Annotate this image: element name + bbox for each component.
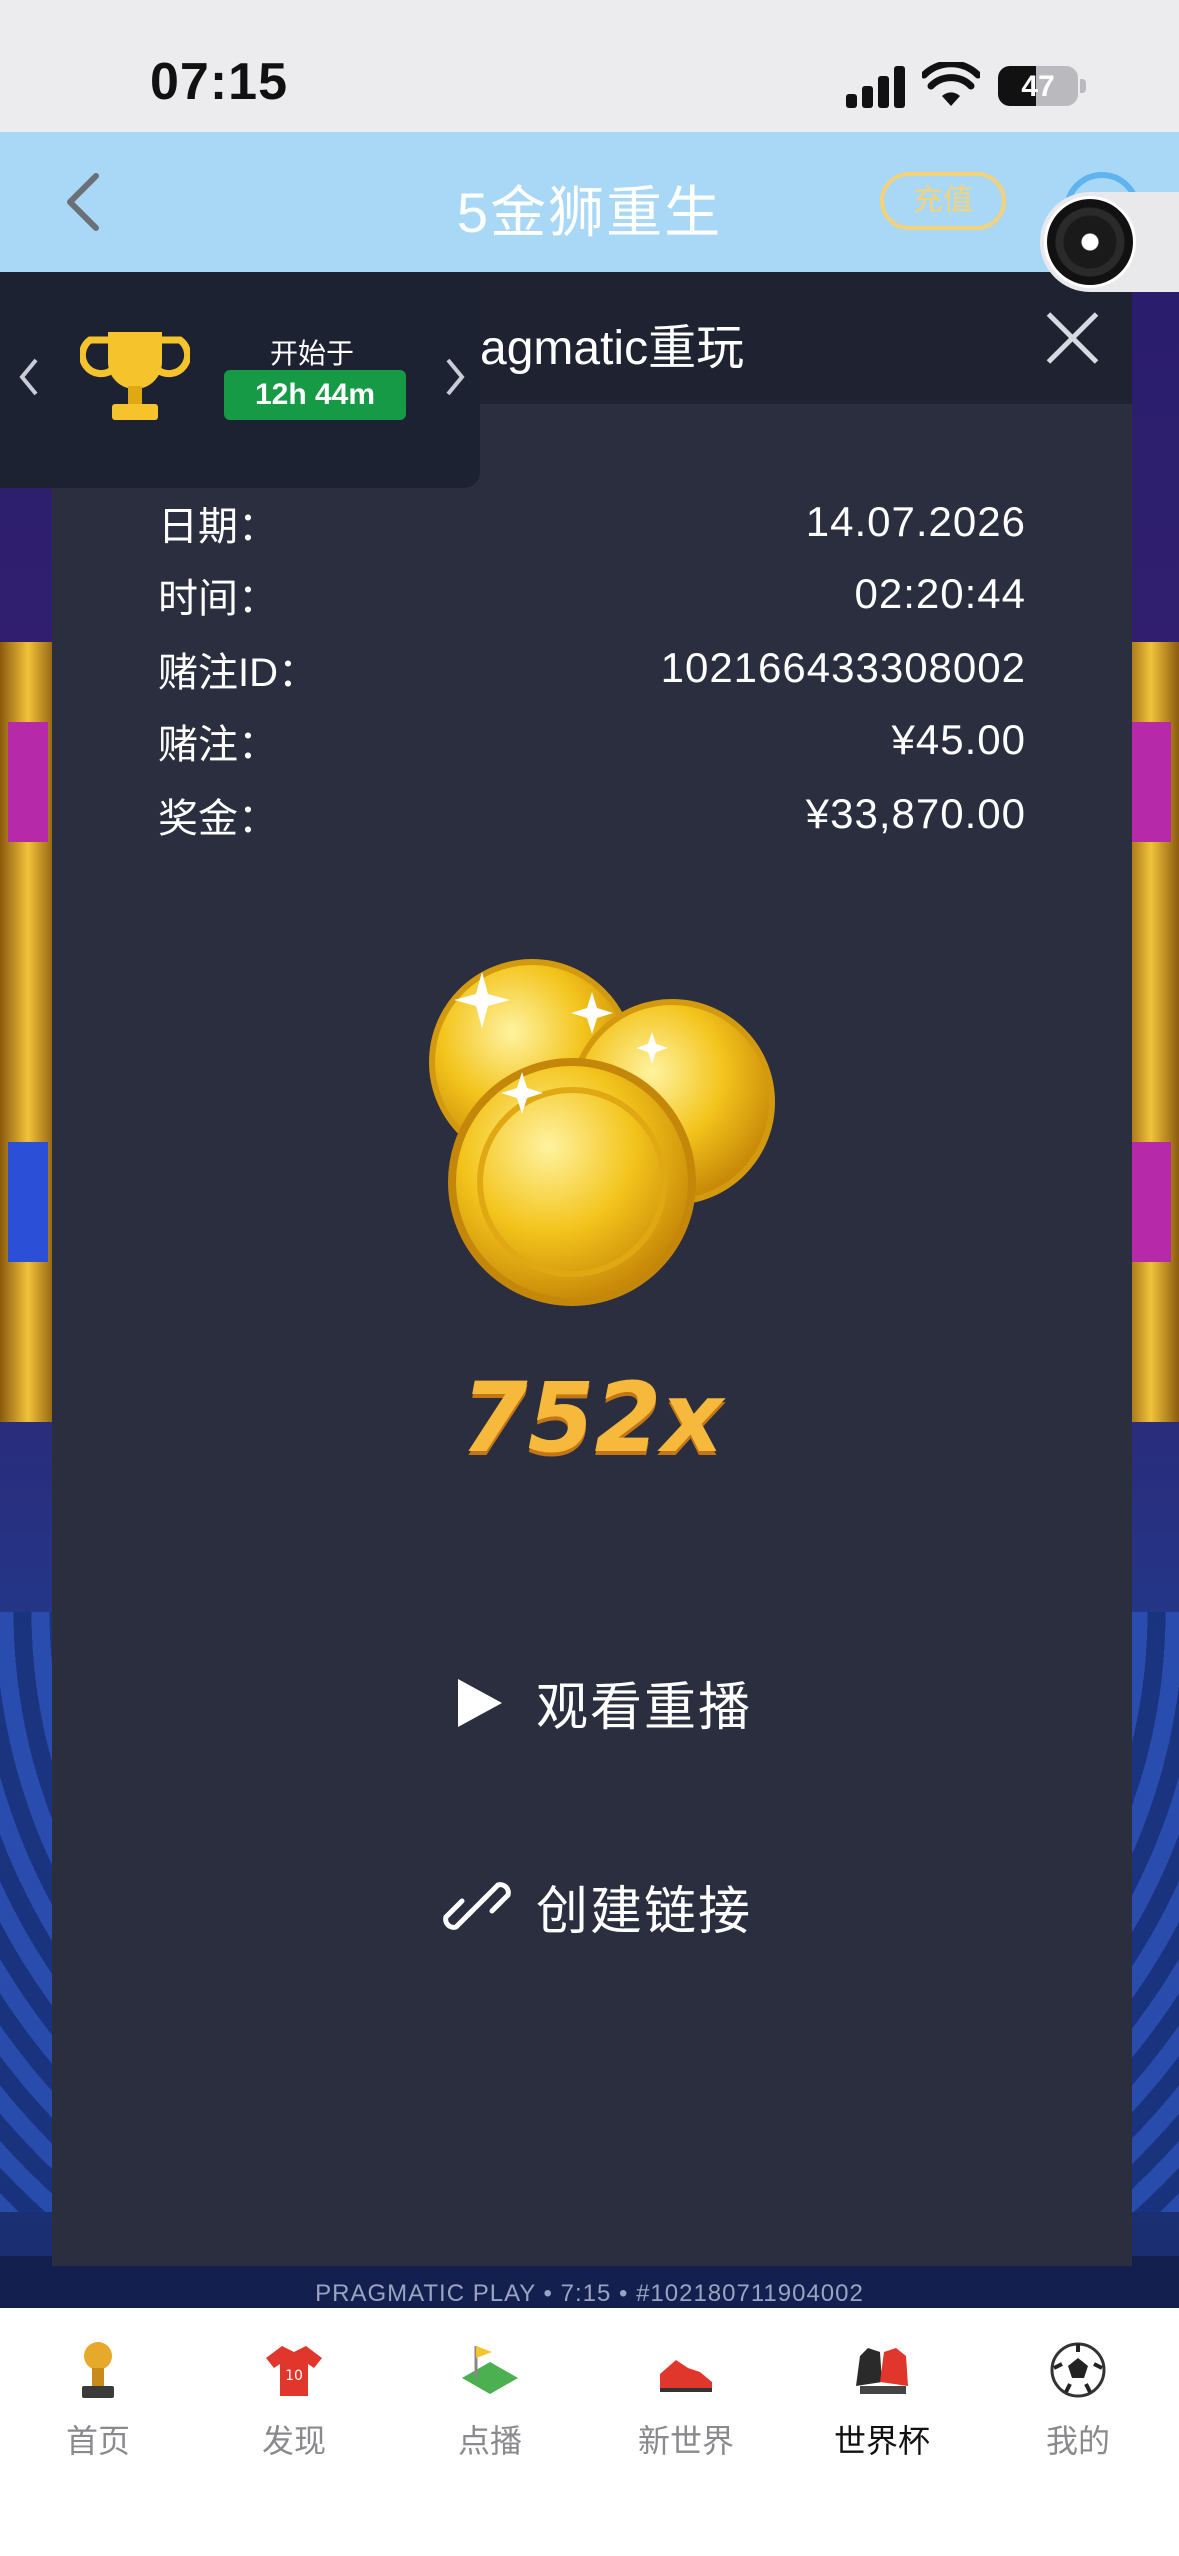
gloves-icon xyxy=(856,2348,908,2394)
close-button[interactable] xyxy=(1042,308,1102,368)
wifi-icon xyxy=(922,62,980,106)
gold-coins-icon xyxy=(429,959,775,1306)
tab-label: 发现 xyxy=(261,2423,326,2459)
time-value: 02:20:44 xyxy=(854,570,1026,617)
pillar-ornament xyxy=(1131,1142,1171,1262)
link-icon xyxy=(443,1882,511,1930)
battery-cap xyxy=(1080,79,1086,93)
tab-new-world[interactable]: 新世界 xyxy=(588,2338,784,2478)
left-pillar-decoration xyxy=(0,642,56,1422)
status-bar: 07:15 47 xyxy=(0,0,1179,132)
boots-icon xyxy=(660,2360,712,2392)
tab-label: 新世界 xyxy=(637,2423,734,2459)
pillar-ornament xyxy=(8,722,48,842)
status-time: 07:15 xyxy=(150,53,288,111)
soccer-ball-icon xyxy=(1050,2342,1106,2398)
trophy-icon xyxy=(80,332,190,420)
tab-discover[interactable]: 10 发现 xyxy=(196,2338,392,2478)
bet-value: ¥45.00 xyxy=(891,716,1026,763)
tab-label: 首页 xyxy=(65,2423,130,2459)
date-value: 14.07.2026 xyxy=(805,498,1026,545)
trophy-icon xyxy=(82,2342,114,2398)
jersey-icon: 10 xyxy=(266,2346,322,2396)
watch-replay-label: 观看重播 xyxy=(536,1678,753,1737)
replay-modal: Pragmatic重玩 日期： 14.07.2026 时间： 02:20:44 … xyxy=(52,272,1132,2266)
tab-world-cup[interactable]: 世界杯 xyxy=(784,2338,980,2478)
countdown-timer: 12h 44m xyxy=(224,370,406,420)
tab-label: 世界杯 xyxy=(833,2423,930,2459)
bet-id-value: 102166433308002 xyxy=(660,644,1026,691)
battery-percent: 47 xyxy=(1021,70,1055,103)
tab-label: 我的 xyxy=(1045,2423,1110,2459)
prize-label: 奖金： xyxy=(158,797,278,841)
prize-value: ¥33,870.00 xyxy=(805,790,1026,837)
recharge-button[interactable]: 充值 xyxy=(880,172,1006,230)
tab-label: 点播 xyxy=(457,2423,522,2459)
pitch-icon xyxy=(462,2346,518,2394)
app-header: 5金狮重生 充值 xyxy=(0,132,1179,272)
watch-replay-button[interactable]: 观看重播 xyxy=(442,1662,752,1742)
svg-text:10: 10 xyxy=(285,2368,303,2384)
chevron-left-icon[interactable] xyxy=(14,352,44,402)
tab-home[interactable]: 首页 xyxy=(0,2338,196,2478)
tab-vod[interactable]: 点播 xyxy=(392,2338,588,2478)
starts-in-label: 开始于 xyxy=(270,338,355,369)
game-round-footer: PRAGMATIC PLAY • 7:15 • #102180711904002 xyxy=(315,2280,864,2307)
chevron-right-icon[interactable] xyxy=(440,352,470,402)
bet-label: 赌注： xyxy=(158,723,278,767)
bet-id-label: 赌注ID： xyxy=(158,651,318,695)
pillar-ornament xyxy=(1131,722,1171,842)
music-player-float[interactable] xyxy=(1040,192,1179,292)
time-label: 时间： xyxy=(158,577,278,621)
bottom-tab-bar: 首页 10 发现 点播 新世界 世界杯 我的 xyxy=(0,2308,1179,2556)
cellular-signal-icon xyxy=(846,64,906,108)
create-link-label: 创建链接 xyxy=(536,1882,753,1941)
vinyl-record-icon xyxy=(1044,196,1136,288)
play-icon xyxy=(458,1679,502,1727)
battery-icon: 47 xyxy=(998,66,1078,106)
tab-profile[interactable]: 我的 xyxy=(980,2338,1176,2478)
date-label: 日期： xyxy=(158,505,278,549)
pillar-ornament xyxy=(8,1142,48,1262)
create-link-button[interactable]: 创建链接 xyxy=(442,1866,752,1946)
win-multiplier: 752x xyxy=(460,1362,724,1474)
tournament-badge[interactable]: 开始于 12h 44m xyxy=(0,272,480,488)
